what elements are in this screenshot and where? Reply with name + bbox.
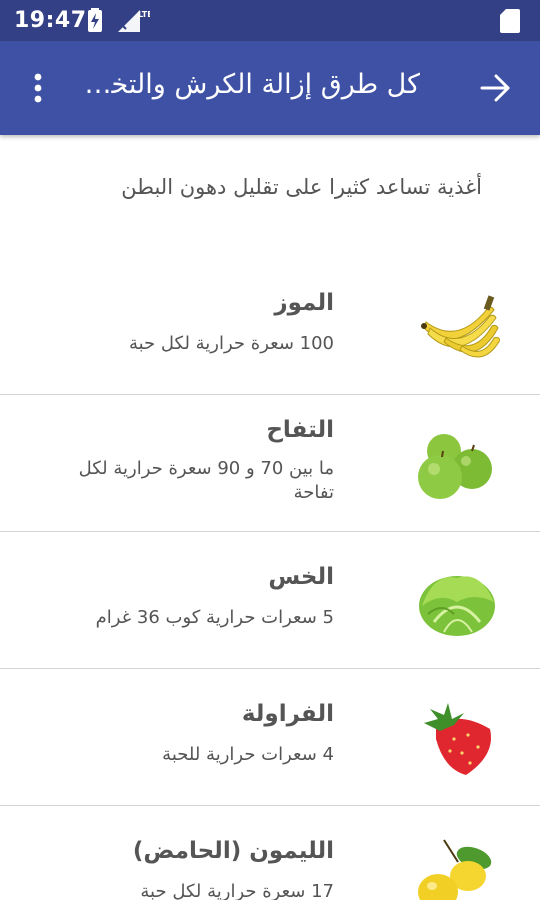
status-bar: 19:47 LTE: [0, 0, 540, 41]
item-name: الفراولة: [241, 701, 334, 727]
item-calories: 17 سعرة حرارية لكل حبة: [140, 881, 334, 900]
item-calories: ما بين 70 و 90 سعرة حرارية لكل تفاحة: [78, 458, 334, 504]
item-name: الموز: [274, 290, 334, 316]
food-list: الموز 100 سعرة حرارية لكل حبة التفاح ما …: [0, 258, 540, 900]
more-vert-icon[interactable]: [28, 71, 48, 105]
intro-text: أغذية تساعد كثيرا على تقليل دهون البطن: [121, 175, 482, 199]
banana-icon: [421, 295, 500, 358]
lettuce-icon: [419, 576, 495, 636]
apple-icon: [418, 434, 492, 499]
list-item[interactable]: الخس 5 سعرات حرارية كوب 36 غرام: [0, 532, 540, 669]
item-calories: 5 سعرات حرارية كوب 36 غرام: [95, 607, 334, 628]
item-calories: 100 سعرة حرارية لكل حبة: [128, 333, 334, 354]
svg-text:LTE: LTE: [138, 10, 150, 19]
item-name: الليمون (الحامض): [132, 838, 334, 864]
list-item[interactable]: الليمون (الحامض) 17 سعرة حرارية لكل حبة: [0, 806, 540, 900]
signal-lte-icon: LTE: [118, 10, 150, 32]
item-calories: 4 سعرات حرارية للحبة: [162, 744, 334, 765]
sd-card-icon: [500, 9, 520, 33]
page-title: كل طرق إزالة الكرش والتخلص من دهون البطن: [80, 69, 420, 100]
strawberry-icon: [424, 703, 491, 775]
app-bar: كل طرق إزالة الكرش والتخلص من دهون البطن: [0, 41, 540, 135]
battery-charging-icon: [88, 8, 102, 32]
item-name: التفاح: [266, 417, 334, 443]
list-item[interactable]: الموز 100 سعرة حرارية لكل حبة: [0, 258, 540, 395]
lemon-icon: [418, 839, 492, 900]
list-item[interactable]: الفراولة 4 سعرات حرارية للحبة: [0, 669, 540, 806]
list-item[interactable]: التفاح ما بين 70 و 90 سعرة حرارية لكل تف…: [0, 395, 540, 532]
arrow-right-icon[interactable]: [478, 71, 512, 105]
status-time: 19:47: [14, 8, 87, 33]
item-name: الخس: [268, 564, 334, 590]
